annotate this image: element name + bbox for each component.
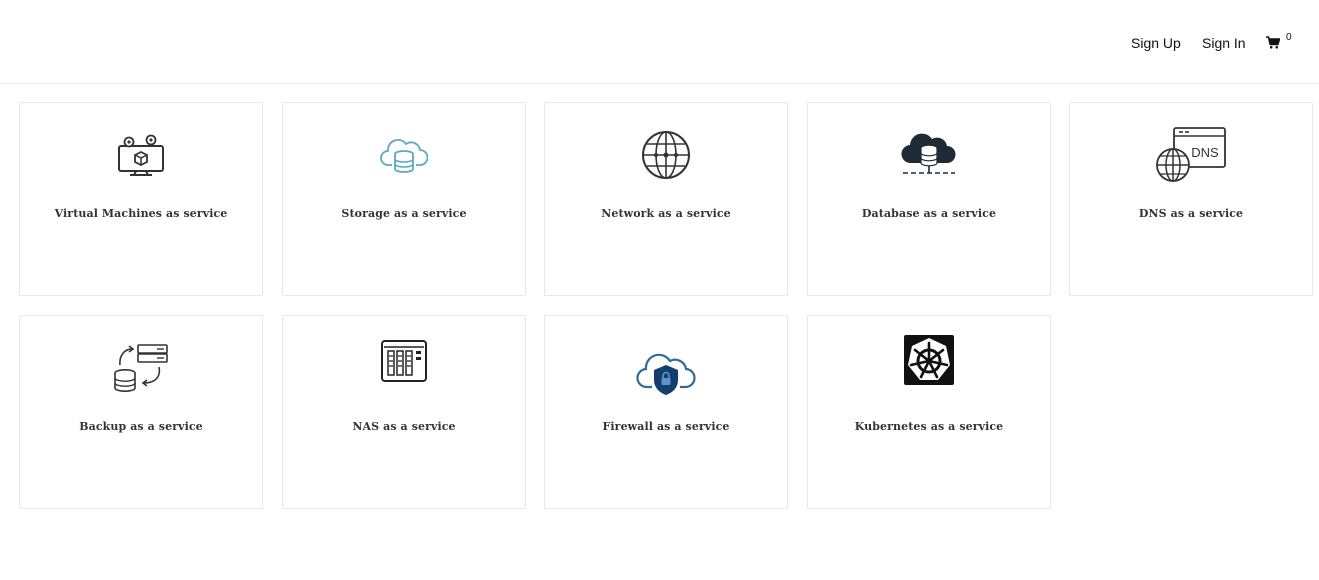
service-label: Backup as a service — [79, 420, 203, 433]
service-label: Firewall as a service — [602, 420, 730, 433]
service-card-kubernetes[interactable]: Kubernetes as a service — [807, 315, 1051, 509]
dns-icon-text: DNS — [1191, 145, 1219, 160]
service-card-database[interactable]: Database as a service — [807, 102, 1051, 296]
service-label: Network as a service — [601, 207, 731, 220]
service-card-network[interactable]: Network as a service — [544, 102, 788, 296]
sign-in-link[interactable]: Sign In — [1202, 34, 1246, 52]
service-label: Database as a service — [861, 207, 997, 220]
service-label: Kubernetes as a service — [854, 420, 1004, 433]
service-label: NAS as a service — [352, 420, 456, 433]
cloud-firewall-lock-icon — [636, 353, 696, 395]
service-card-dns[interactable]: DNS DNS as a service — [1069, 102, 1313, 296]
service-label: DNS as a service — [1138, 207, 1244, 220]
dns-globe-icon: DNS — [1156, 127, 1226, 182]
cloud-storage-icon — [380, 139, 428, 173]
backup-sync-icon — [114, 344, 168, 392]
service-label: Storage as a service — [341, 207, 467, 220]
service-label: Virtual Machines as service — [54, 207, 228, 220]
service-card-storage[interactable]: Storage as a service — [282, 102, 526, 296]
sign-up-link[interactable]: Sign Up — [1131, 34, 1181, 52]
cloud-database-icon — [901, 133, 956, 174]
shopping-cart-icon — [1266, 36, 1280, 49]
virtual-machine-icon — [118, 134, 164, 176]
network-globe-icon — [642, 131, 690, 179]
top-navigation-bar: Sign Up Sign In 0 — [0, 0, 1319, 84]
cart-count-badge: 0 — [1286, 32, 1292, 43]
service-card-backup[interactable]: Backup as a service — [19, 315, 263, 509]
service-card-virtual-machines[interactable]: Virtual Machines as service — [19, 102, 263, 296]
service-card-nas[interactable]: NAS as a service — [282, 315, 526, 509]
service-card-firewall[interactable]: Firewall as a service — [544, 315, 788, 509]
kubernetes-helm-icon — [904, 335, 954, 385]
nas-device-icon — [381, 340, 427, 382]
cart-button[interactable]: 0 — [1266, 32, 1292, 49]
